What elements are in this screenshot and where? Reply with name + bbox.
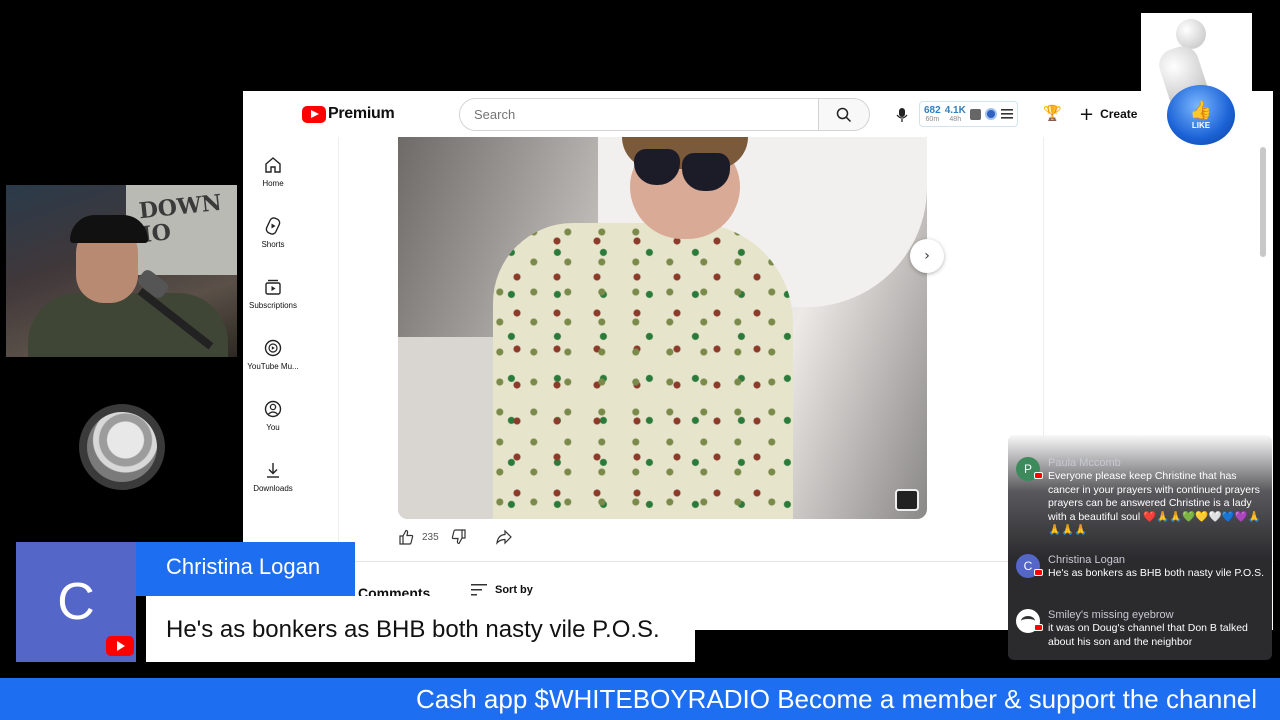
like-count: 235: [422, 531, 439, 543]
search-icon: [836, 107, 852, 122]
thumbs-down-icon[interactable]: [451, 529, 467, 545]
like-overlay-button: 👍 LIKE: [1167, 85, 1235, 145]
search-input[interactable]: [474, 107, 818, 122]
youtube-badge-icon: [1034, 569, 1043, 576]
sidebar-item-downloads[interactable]: Downloads: [243, 459, 303, 493]
gallery-icon[interactable]: [895, 489, 919, 511]
guest-avatar: [87, 412, 157, 482]
chat-message: Smiley's missing eyebrow it was on Doug'…: [1016, 609, 1264, 649]
sidebar-item-shorts[interactable]: Shorts: [243, 215, 303, 249]
youtube-logo[interactable]: Premium: [302, 105, 395, 123]
ticker-bar: Cash app $WHITEBOYRADIO Become a member …: [0, 678, 1280, 720]
chevron-right-icon: ›: [924, 248, 930, 264]
sidebar-item-label: Shorts: [261, 240, 285, 249]
sidebar-item-label: Home: [262, 179, 284, 188]
home-icon: [265, 157, 281, 173]
search-box[interactable]: [459, 98, 819, 131]
avatar: P: [1016, 457, 1043, 481]
chart-icon[interactable]: [969, 108, 981, 120]
share-icon[interactable]: [495, 529, 513, 545]
sort-by-label: Sort by: [495, 584, 533, 596]
post-actions: 235: [398, 529, 513, 545]
thumbs-up-icon: 👍: [1189, 100, 1213, 120]
menu-icon[interactable]: [1000, 109, 1013, 119]
account-icon: [264, 400, 282, 418]
avatar: C: [1016, 554, 1043, 578]
trophy-icon[interactable]: 🏆: [1043, 104, 1062, 122]
post-image[interactable]: [398, 137, 927, 519]
plus-icon: +: [1079, 103, 1095, 125]
sidebar-item-label: Downloads: [253, 484, 293, 493]
like-overlay-label: LIKE: [1191, 121, 1211, 130]
subscriptions-icon: [265, 279, 281, 295]
sort-by-button[interactable]: Sort by: [471, 584, 533, 596]
create-label: Create: [1100, 107, 1138, 121]
youtube-badge-icon: [1034, 624, 1043, 631]
live-chat-overlay: P Paula Mccomb Everyone please keep Chri…: [1008, 435, 1272, 660]
download-icon: [267, 463, 279, 478]
youtube-badge-icon: [1034, 472, 1043, 479]
chat-author: Paula Mccomb: [1048, 457, 1121, 469]
extension-logo-icon[interactable]: [984, 108, 997, 120]
views-48h-value: 4.1K: [944, 105, 966, 116]
chat-author: Smiley's missing eyebrow: [1048, 609, 1174, 621]
lower-third-name: Christina Logan: [136, 542, 355, 596]
youtube-music-icon: [264, 339, 282, 357]
sidebar-item-you[interactable]: You: [243, 398, 303, 432]
views-60m-value: 682: [924, 105, 941, 116]
youtube-header: Premium 682 60m 4.1K 48h 🏆 + Cr: [243, 91, 1273, 137]
lower-third-avatar: C: [16, 542, 136, 662]
sidebar-item-label: YouTube Mu...: [247, 362, 299, 371]
youtube-play-icon: [302, 105, 326, 123]
like-overlay: 👍 LIKE: [1141, 13, 1252, 153]
sidebar-item-subscriptions[interactable]: Subscriptions: [243, 276, 303, 310]
scrollbar[interactable]: [1260, 147, 1266, 257]
chat-author: Christina Logan: [1048, 554, 1126, 566]
sidebar-item-label: Subscriptions: [248, 301, 298, 310]
sidebar-item-youtube-music[interactable]: YouTube Mu...: [243, 337, 303, 371]
next-image-button[interactable]: ›: [910, 239, 944, 273]
chat-text: Everyone please keep Christine that has …: [1048, 470, 1261, 536]
views-60m-label: 60m: [925, 116, 940, 123]
views-48h-label: 48h: [949, 116, 962, 123]
avatar: [1016, 609, 1043, 633]
youtube-logo-icon: [106, 636, 134, 656]
chat-message: C Christina Logan He's as bonkers as BHB…: [1016, 554, 1264, 581]
lower-third-message: He's as bonkers as BHB both nasty vile P…: [146, 596, 695, 662]
mic-icon: [896, 108, 908, 122]
voice-search-button[interactable]: [886, 99, 918, 131]
sort-icon: [471, 584, 487, 596]
logo-text: Premium: [328, 105, 395, 122]
chat-text: it was on Doug's channel that Don B talk…: [1048, 622, 1248, 648]
webcam-feed: DOWN IO: [6, 185, 237, 357]
search-button[interactable]: [819, 98, 870, 131]
thumbs-up-icon[interactable]: [398, 529, 414, 545]
chat-message: P Paula Mccomb Everyone please keep Chri…: [1016, 457, 1264, 538]
ticker-text: Cash app $WHITEBOYRADIO Become a member …: [416, 684, 1258, 714]
extension-stats[interactable]: 682 60m 4.1K 48h: [919, 101, 1018, 127]
create-button[interactable]: + Create: [1071, 99, 1145, 129]
sidebar-item-home[interactable]: Home: [243, 154, 303, 188]
sidebar-item-label: You: [266, 423, 280, 432]
shorts-icon: [265, 217, 281, 235]
chat-text: He's as bonkers as BHB both nasty vile P…: [1048, 567, 1264, 579]
